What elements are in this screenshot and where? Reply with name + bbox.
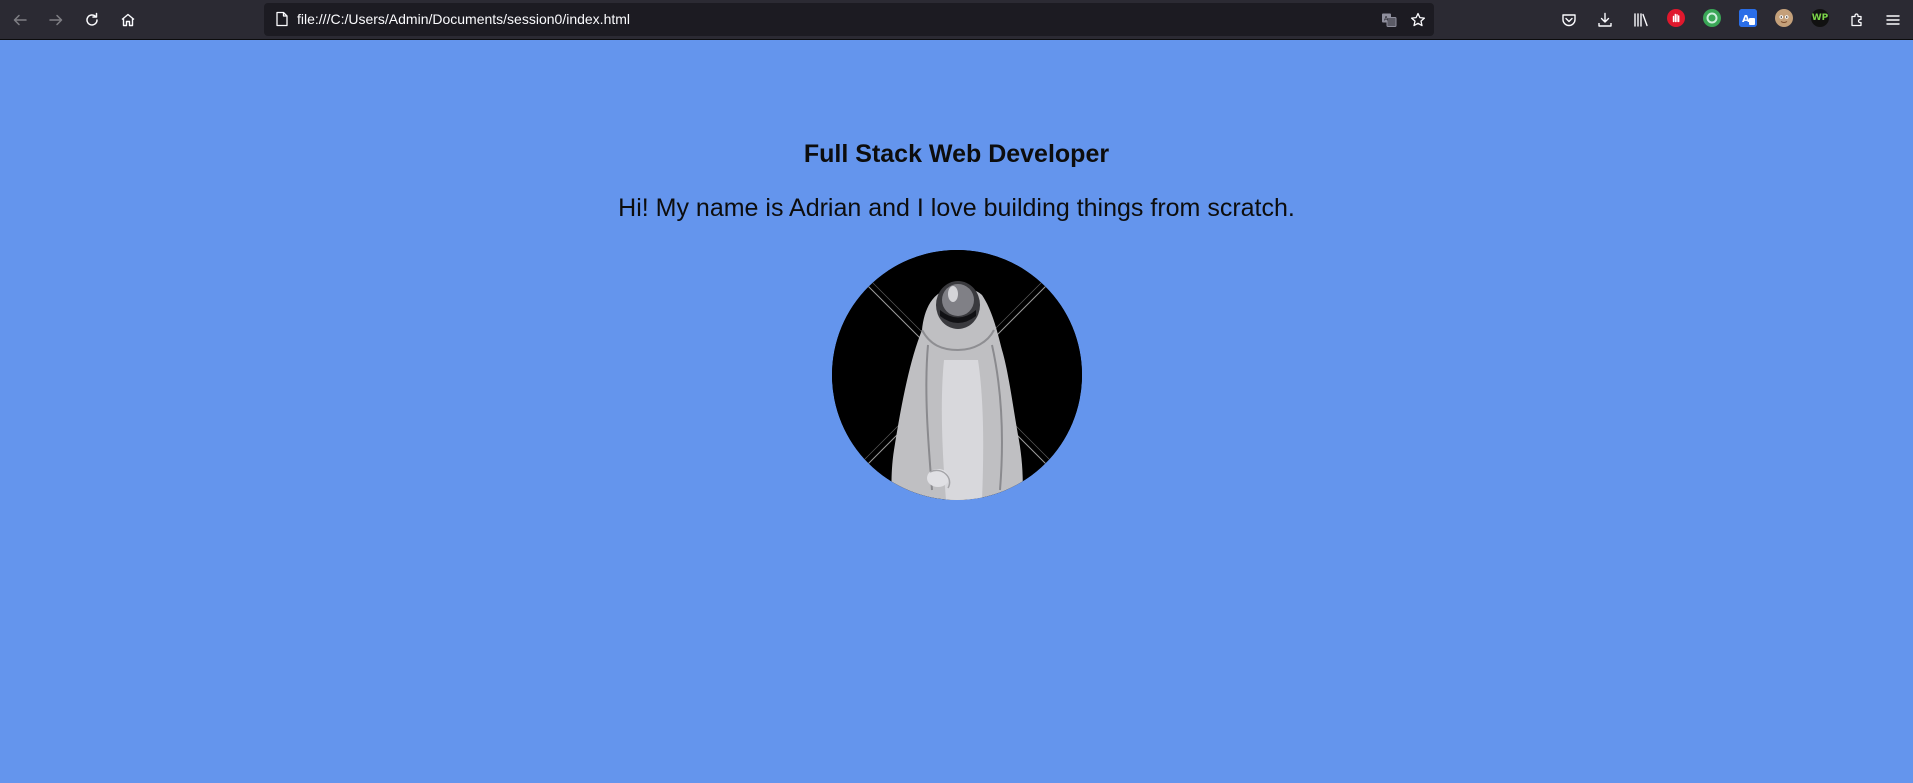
hooded-figure-image [832, 250, 1082, 500]
hamburger-menu-icon [1886, 15, 1900, 25]
extensions-button[interactable] [1841, 4, 1873, 36]
intro-text: Hi! My name is Adrian and I love buildin… [618, 194, 1295, 222]
wp-extension-icon[interactable]: WP [1811, 9, 1829, 27]
url-bar[interactable]: file:///C:/Users/Admin/Documents/session… [264, 3, 1434, 36]
puzzle-icon [1851, 13, 1862, 27]
pocket-button[interactable] [1553, 4, 1585, 36]
reload-button[interactable] [76, 4, 108, 36]
translate-extension-icon[interactable]: A [1739, 9, 1757, 27]
page-icon [274, 11, 290, 27]
face-extension-icon[interactable] [1775, 9, 1793, 27]
home-button[interactable] [112, 4, 144, 36]
translate-icon: A [1382, 13, 1397, 27]
browser-toolbar: file:///C:/Users/Admin/Documents/session… [0, 0, 1913, 40]
forward-button[interactable] [40, 4, 72, 36]
url-text[interactable]: file:///C:/Users/Admin/Documents/session… [297, 3, 630, 36]
library-icon [1634, 13, 1648, 27]
bookmark-button[interactable] [1405, 7, 1431, 33]
library-button[interactable] [1625, 4, 1657, 36]
home-icon [121, 13, 135, 27]
bookmark-star-icon [1410, 12, 1426, 27]
reload-icon [86, 12, 98, 26]
wp-extension-label: WP [1811, 13, 1829, 23]
pocket-icon [1562, 14, 1576, 27]
back-arrow-icon [13, 14, 27, 26]
green-circle-extension-icon[interactable] [1703, 9, 1721, 27]
downloads-button[interactable] [1589, 4, 1621, 36]
page-title: Full Stack Web Developer [803, 140, 1110, 168]
back-button[interactable] [4, 4, 36, 36]
download-icon [1598, 12, 1612, 27]
app-menu-button[interactable] [1877, 4, 1909, 36]
svg-text:A: A [1742, 14, 1750, 25]
translate-button[interactable]: A [1376, 7, 1402, 33]
forward-arrow-icon [49, 14, 63, 26]
red-hand-extension-icon[interactable] [1667, 9, 1685, 27]
profile-picture [832, 250, 1082, 500]
